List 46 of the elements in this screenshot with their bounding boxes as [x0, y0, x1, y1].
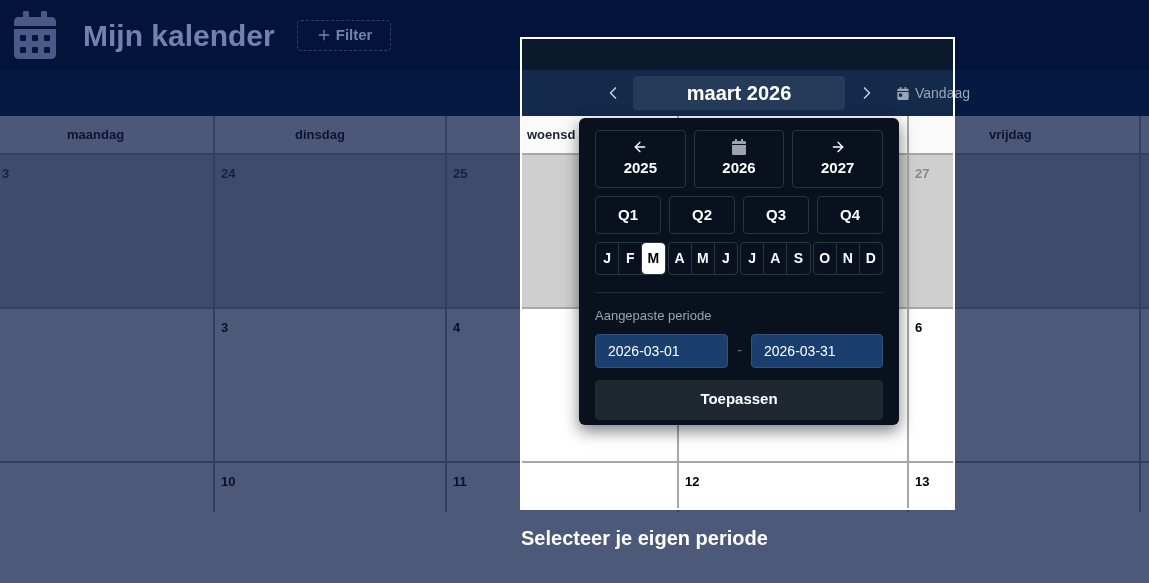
quarter-button[interactable]: Q1: [595, 196, 661, 234]
day-number: 3: [221, 320, 229, 335]
calendar-icon: [13, 11, 57, 59]
day-cell[interactable]: 13: [909, 463, 1139, 512]
calendar-icon: [897, 86, 909, 100]
end-date-field[interactable]: 2026-03-31: [751, 333, 883, 368]
month-button[interactable]: O: [813, 243, 837, 274]
month-button[interactable]: A: [764, 243, 788, 274]
day-number: 6: [915, 320, 923, 335]
weekday-label: maandag: [67, 125, 125, 144]
month-button[interactable]: A: [668, 243, 692, 274]
year-button[interactable]: 2027: [792, 130, 883, 188]
year-button[interactable]: 2026: [693, 130, 785, 188]
month-button[interactable]: N: [836, 243, 860, 274]
quarter-button[interactable]: Q4: [817, 196, 883, 234]
weekday-label: vrijdag: [989, 125, 1032, 144]
month-button[interactable]: J: [741, 243, 765, 274]
month-button[interactable]: M: [691, 243, 715, 274]
page-title: Mijn kalender: [83, 17, 275, 54]
day-cell[interactable]: [0, 309, 213, 461]
day-number: 11: [453, 474, 467, 489]
start-date-field[interactable]: 2026-03-01: [595, 333, 728, 368]
day-number: 4: [453, 320, 461, 335]
calendar-icon: [731, 138, 747, 155]
month-button[interactable]: S: [787, 243, 810, 274]
quarter-button[interactable]: Q2: [669, 196, 735, 234]
day-number: 10: [221, 474, 236, 489]
tour-caption: Selecteer je eigen periode: [521, 527, 768, 549]
day-number: 27: [915, 166, 930, 181]
month-button[interactable]: M: [642, 243, 665, 274]
month-button[interactable]: J: [596, 243, 620, 274]
day-cell[interactable]: 12: [679, 463, 907, 512]
apply-button[interactable]: Toepassen: [595, 379, 883, 420]
filter-button[interactable]: Filter: [296, 19, 392, 51]
weekday-label: dinsdag: [295, 125, 345, 144]
weekday-label: woensd: [527, 125, 576, 144]
year-button[interactable]: 2025: [595, 130, 686, 188]
month-button[interactable]: D: [859, 243, 882, 274]
period-title[interactable]: maart 2026: [633, 76, 845, 110]
day-number: 12: [685, 474, 700, 489]
day-number: 13: [915, 474, 930, 489]
range-separator: -: [736, 341, 743, 360]
month-button[interactable]: J: [714, 243, 737, 274]
day-cell[interactable]: [0, 463, 213, 512]
quarter-button[interactable]: Q3: [743, 196, 809, 234]
day-cell[interactable]: 6: [909, 309, 1139, 461]
